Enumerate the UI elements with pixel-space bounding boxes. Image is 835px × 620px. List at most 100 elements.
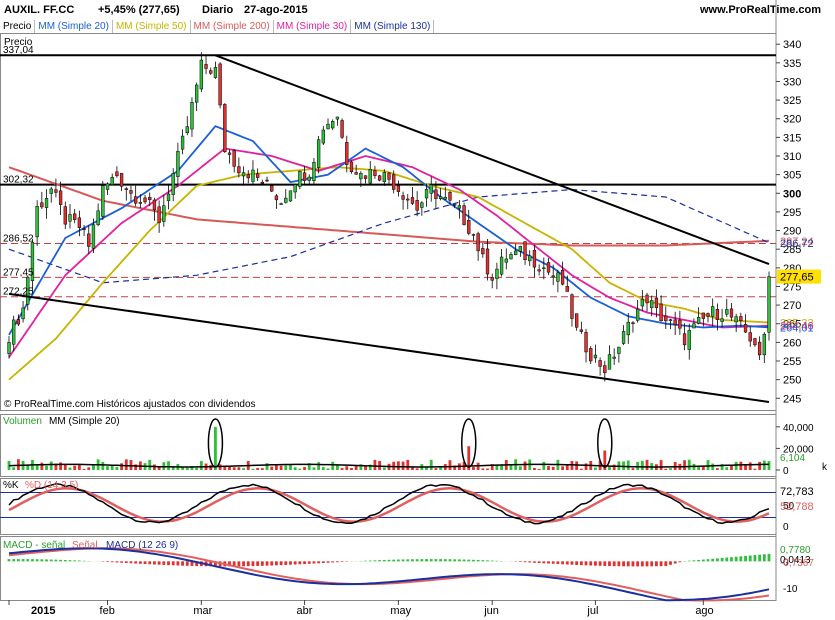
- price-level-label: 277,45: [3, 267, 34, 278]
- volume-bar: [115, 466, 119, 470]
- volume-bar: [631, 468, 635, 470]
- candle: [701, 312, 705, 319]
- candle: [485, 248, 490, 275]
- candle: [321, 129, 325, 144]
- candle: [377, 175, 382, 181]
- candle: [223, 104, 227, 153]
- volume-bar: [242, 468, 245, 470]
- volume-bar: [232, 467, 236, 470]
- candle: [579, 329, 584, 332]
- macd-histogram-bar: [575, 561, 579, 565]
- candle: [453, 204, 457, 206]
- candle: [124, 188, 128, 190]
- macd-histogram-bar: [584, 561, 588, 566]
- macd-histogram-bar: [631, 561, 635, 567]
- macd-histogram-bar: [35, 559, 39, 562]
- macd-histogram-bar: [364, 560, 367, 562]
- macd-histogram-bar: [645, 561, 649, 567]
- macd-tick-label: -10: [783, 584, 798, 595]
- macd-label: MACD (12 26 9): [106, 540, 178, 551]
- candle: [87, 233, 91, 247]
- macd-histogram-bar: [701, 559, 705, 562]
- macd-histogram-bar: [523, 561, 527, 563]
- candle: [687, 330, 691, 350]
- volume-bar: [748, 462, 752, 470]
- candle: [668, 319, 673, 321]
- macd-histogram-bar: [626, 561, 630, 567]
- price-level-label: 302,32: [3, 175, 34, 186]
- candle: [443, 196, 447, 200]
- candle: [82, 228, 86, 231]
- macd-histogram-bar: [664, 561, 668, 567]
- volume-bar: [199, 461, 203, 470]
- macd-histogram-bar: [692, 560, 696, 562]
- volume-bar: [758, 461, 762, 470]
- macd-histogram-bar: [12, 559, 16, 562]
- candle: [326, 123, 330, 130]
- price-tag: 264,01: [780, 322, 814, 334]
- volume-bar: [298, 468, 302, 470]
- candle: [382, 172, 386, 183]
- candle: [213, 67, 218, 78]
- macd-histogram-bar: [622, 561, 625, 567]
- y-tick-label: 320: [783, 114, 801, 126]
- candle: [589, 348, 593, 362]
- volume-bar: [725, 467, 729, 470]
- y-tick-label: 315: [783, 132, 801, 144]
- macd-histogram-bar: [331, 561, 335, 563]
- volume-bar: [256, 468, 260, 470]
- candle: [255, 173, 260, 178]
- candle: [143, 197, 147, 203]
- y-tick-label: 295: [783, 207, 801, 219]
- candle: [556, 272, 560, 282]
- macd-histogram-bar: [45, 559, 48, 562]
- macd-histogram-bar: [321, 561, 325, 563]
- candle: [584, 332, 588, 353]
- macd-histogram-bar: [82, 560, 86, 562]
- volume-unit-tag: k: [822, 462, 828, 473]
- volume-bar: [350, 468, 353, 470]
- volume-bar: [547, 465, 550, 470]
- month-label: mar: [193, 605, 212, 617]
- macd-histogram-bar: [542, 561, 546, 564]
- volume-bar: [687, 459, 691, 470]
- candle: [12, 319, 16, 345]
- candle: [673, 319, 677, 325]
- candle: [134, 196, 138, 204]
- volume-bar: [49, 461, 53, 470]
- macd-histogram-bar: [448, 559, 452, 562]
- candle: [157, 206, 161, 223]
- macd-histogram-bar: [429, 559, 433, 562]
- macd-histogram-bar: [462, 559, 466, 562]
- candle: [199, 59, 204, 90]
- candle: [410, 197, 415, 204]
- macd-histogram-bar: [242, 561, 245, 567]
- volume-bar: [739, 461, 743, 470]
- macd-histogram-bar: [326, 561, 330, 563]
- macd-histogram-bar: [40, 559, 44, 562]
- macd-histogram-bar: [537, 561, 541, 564]
- macd-histogram-bar: [68, 560, 72, 562]
- candle: [692, 323, 696, 329]
- macd-histogram-bar: [392, 559, 396, 562]
- volume-bar: [561, 466, 564, 470]
- volume-bar: [753, 468, 757, 470]
- candle: [316, 139, 321, 168]
- candle: [753, 338, 757, 346]
- macd-histogram-bar: [110, 561, 114, 563]
- macd-histogram-bar: [49, 559, 53, 562]
- candle: [762, 333, 766, 356]
- macd-histogram-bar: [378, 560, 382, 562]
- candle: [518, 246, 523, 252]
- volume-bar: [106, 466, 109, 470]
- macd-title: MACD - señal: [3, 540, 65, 551]
- volume-bar: [129, 459, 133, 470]
- copyright-text: © ProRealTime.com Históricos ajustados c…: [4, 399, 256, 410]
- candle: [420, 202, 424, 208]
- candle: [58, 190, 63, 205]
- macd-histogram-bar: [730, 557, 733, 562]
- candle: [654, 297, 659, 308]
- candle: [312, 162, 316, 181]
- macd-histogram-bar: [340, 561, 344, 562]
- macd-histogram-bar: [148, 561, 152, 565]
